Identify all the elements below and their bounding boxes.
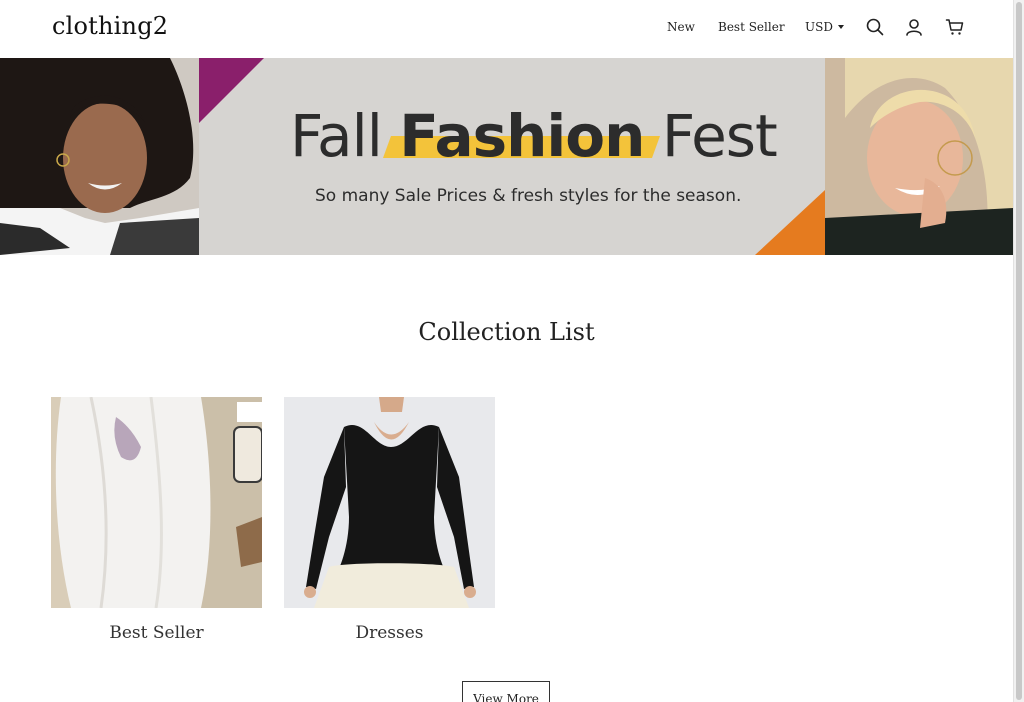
view-more-button[interactable]: View More xyxy=(462,681,550,702)
banner-title-part1: Fall xyxy=(290,102,383,170)
nav-link-new[interactable]: New xyxy=(667,20,695,34)
collection-label-best-seller[interactable]: Best Seller xyxy=(51,623,262,643)
nav-link-best-seller[interactable]: Best Seller xyxy=(718,20,785,34)
collection-image-best-seller xyxy=(51,397,262,608)
cart-button[interactable] xyxy=(945,17,965,37)
cart-icon xyxy=(945,19,964,35)
currency-selector[interactable]: USD xyxy=(805,20,844,34)
collection-image-dresses xyxy=(284,397,495,608)
collection-title: Collection List xyxy=(418,318,595,346)
collection-card-dresses[interactable]: Dresses xyxy=(284,397,495,643)
banner-decor-orange xyxy=(755,190,825,255)
banner-model-right-image xyxy=(825,58,1013,255)
account-button[interactable] xyxy=(904,17,924,37)
banner-title-part2: Fest xyxy=(661,102,778,170)
banner-title-highlight: Fashion xyxy=(399,102,645,170)
hero-banner[interactable]: Fall Fashion Fest So many Sale Prices & … xyxy=(0,58,1013,255)
scrollbar-thumb[interactable] xyxy=(1016,2,1022,700)
page: clothing2 New Best Seller USD Fall Fashi… xyxy=(0,0,1013,702)
banner-decor-purple xyxy=(199,58,264,123)
banner-subtitle: So many Sale Prices & fresh styles for t… xyxy=(315,186,742,206)
collection-label-dresses[interactable]: Dresses xyxy=(284,623,495,643)
search-icon xyxy=(866,18,884,36)
banner-model-left-image xyxy=(0,58,199,255)
user-icon xyxy=(906,19,922,36)
banner-title: Fall Fashion Fest xyxy=(290,102,778,170)
collection-card-best-seller[interactable]: Best Seller xyxy=(51,397,262,643)
currency-label: USD xyxy=(805,20,833,34)
caret-down-icon xyxy=(837,25,844,29)
site-logo[interactable]: clothing2 xyxy=(52,12,168,40)
page-scrollbar[interactable] xyxy=(1013,0,1024,702)
site-header: clothing2 New Best Seller USD xyxy=(0,0,1013,58)
search-button[interactable] xyxy=(865,17,885,37)
